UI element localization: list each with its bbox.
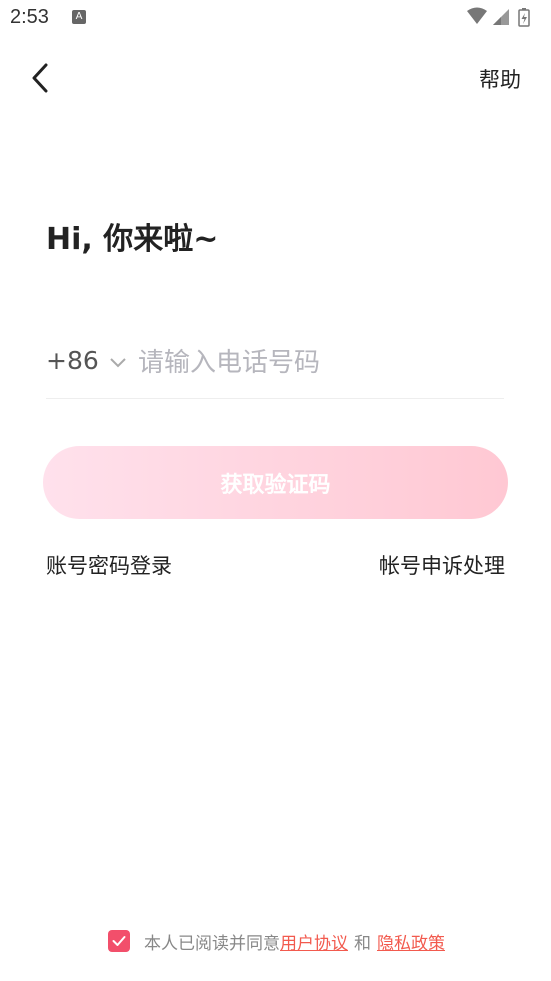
country-code-label: +86 [46, 346, 99, 375]
a-icon: A [72, 10, 86, 24]
greeting-title: Hi, 你来啦~ [46, 222, 219, 257]
phone-input[interactable] [136, 342, 500, 384]
wifi-icon [467, 7, 487, 24]
chevron-down-icon [109, 346, 127, 375]
account-appeal-link[interactable]: 帐号申诉处理 [379, 550, 505, 580]
signal-icon [493, 9, 509, 25]
user-agreement-link[interactable]: 用户协议 [280, 929, 348, 954]
help-link[interactable]: 帮助 [479, 64, 521, 94]
back-button[interactable] [20, 58, 60, 98]
chevron-left-icon [32, 63, 48, 93]
agreement-and-text: 和 [354, 933, 371, 954]
privacy-policy-link[interactable]: 隐私政策 [377, 929, 445, 954]
status-icons [467, 6, 539, 28]
battery-icon [518, 8, 530, 27]
agreement-checkbox[interactable] [108, 930, 130, 952]
get-otp-button[interactable]: 获取验证码 [43, 446, 508, 519]
agreement-text: 本人已阅读并同意 [144, 933, 280, 954]
agreement-row: 本人已阅读并同意 用户协议和隐私政策 [108, 928, 445, 954]
password-login-link[interactable]: 账号密码登录 [46, 550, 172, 580]
status-time: 2:53 [10, 6, 49, 28]
check-icon [112, 936, 126, 946]
country-code-selector[interactable]: +86 [46, 346, 127, 375]
phone-input-row: +86 [46, 336, 504, 399]
status-bar: 2:53 A [0, 0, 551, 36]
